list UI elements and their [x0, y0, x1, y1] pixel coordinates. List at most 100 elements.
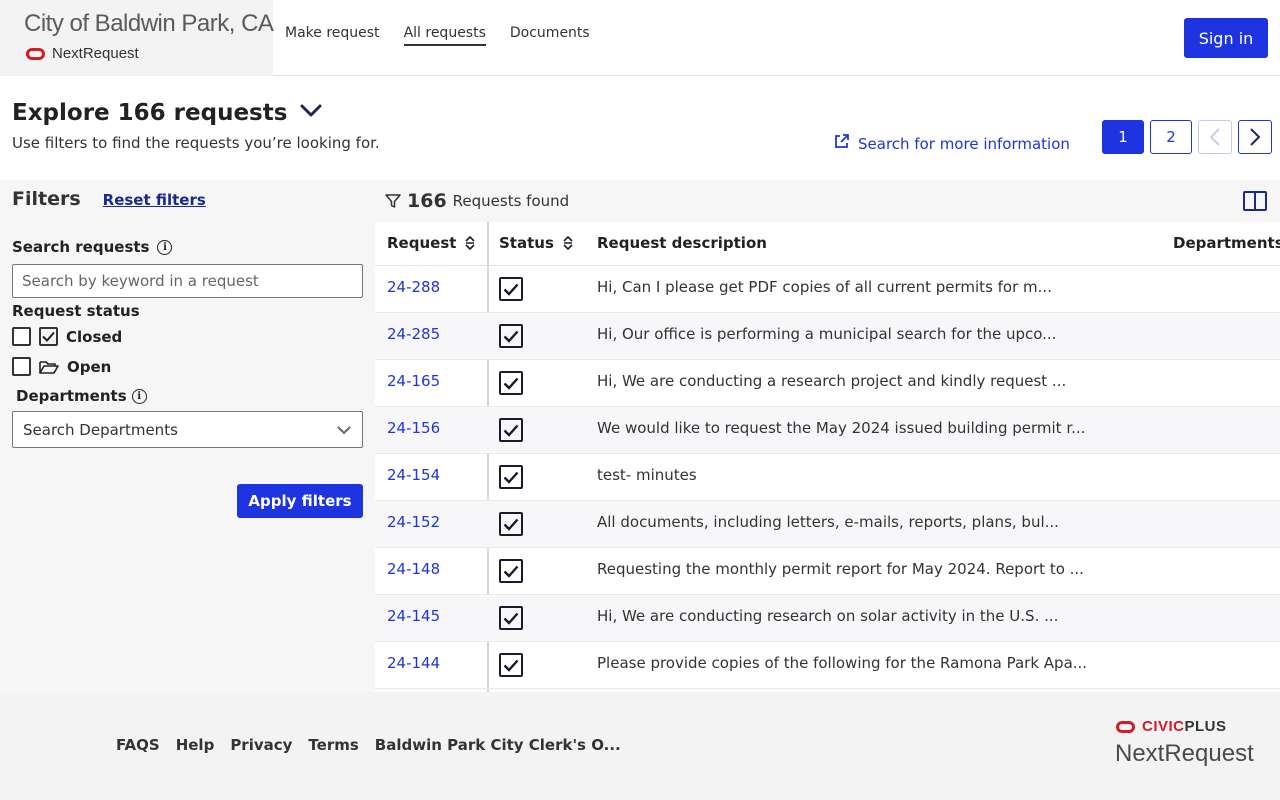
open-label: Open: [67, 357, 112, 376]
page-title-row: Explore 166 requests: [12, 100, 323, 126]
request-id-link[interactable]: 24-152: [387, 513, 440, 531]
site-header: City of Baldwin Park, CA NextRequest Mak…: [0, 0, 1280, 76]
previous-page-button[interactable]: [1198, 120, 1232, 154]
column-departments: Departments: [1173, 234, 1280, 252]
sort-icon: [465, 235, 475, 251]
status-closed-icon: [499, 418, 523, 442]
more-info-label: Search for more information: [858, 134, 1070, 153]
columns-layout-icon[interactable]: [1243, 191, 1267, 211]
footer-link-privacy[interactable]: Privacy: [230, 736, 292, 754]
column-status-label: Status: [499, 234, 554, 252]
external-link-icon: [833, 133, 850, 154]
request-description: test- minutes: [597, 466, 697, 484]
status-closed-icon: [499, 371, 523, 395]
status-closed-icon: [499, 465, 523, 489]
request-id-link[interactable]: 24-285: [387, 325, 440, 343]
closed-checkbox[interactable]: [12, 327, 31, 346]
requests-found: 166 Requests found: [385, 190, 569, 212]
civicplus-logo-icon: [1116, 720, 1136, 733]
request-description: Hi, Can I please get PDF copies of all c…: [597, 278, 1052, 296]
nav-documents[interactable]: Documents: [510, 25, 590, 46]
table-row[interactable]: 24-285 Hi, Our office is performing a mun…: [375, 313, 1280, 360]
request-description: Requesting the monthly permit report for…: [597, 560, 1084, 578]
table-row[interactable]: 24-144 Please provide copies of the follo…: [375, 642, 1280, 689]
request-id-link[interactable]: 24-156: [387, 419, 440, 437]
folder-open-icon: [39, 359, 59, 375]
table-row[interactable]: 24-165 Hi, We are conducting a research p…: [375, 360, 1280, 407]
column-description: Request description: [597, 234, 767, 252]
request-description: Hi, We are conducting a research project…: [597, 372, 1067, 390]
reset-filters-link[interactable]: Reset filters: [103, 191, 206, 209]
civicplus-logo-icon: [26, 47, 46, 60]
request-status-label: Request status: [12, 302, 140, 320]
column-request[interactable]: Request: [387, 234, 476, 252]
info-icon[interactable]: i: [131, 388, 147, 404]
site-footer: FAQS Help Privacy Terms Baldwin Park Cit…: [0, 692, 1280, 800]
column-status[interactable]: Status: [499, 234, 574, 252]
search-requests-label-text: Search requests: [12, 238, 150, 256]
nav-make-request[interactable]: Make request: [285, 25, 380, 46]
info-icon[interactable]: i: [157, 239, 173, 255]
main-nav: Make request All requests Documents: [285, 25, 590, 46]
results-summary-bar: 166 Requests found: [375, 180, 1280, 222]
filter-icon: [385, 194, 401, 208]
departments-select[interactable]: Search Departments: [12, 411, 363, 448]
filters-panel: Filters Reset filters Search requests i …: [0, 180, 375, 692]
product-name: NextRequest: [52, 45, 139, 62]
status-closed-icon: [499, 277, 523, 301]
page-subtitle: Use filters to find the requests you’re …: [12, 134, 380, 152]
sort-icon: [563, 235, 573, 251]
footer-link-help[interactable]: Help: [176, 736, 215, 754]
closed-label: Closed: [66, 327, 123, 346]
open-checkbox[interactable]: [12, 357, 31, 376]
chevron-down-icon: [337, 425, 351, 434]
table-row[interactable]: 24-152 All documents, including letters, …: [375, 501, 1280, 548]
table-row[interactable]: 24-156 We would like to request the May 2…: [375, 407, 1280, 454]
page-2-button[interactable]: 2: [1150, 120, 1192, 154]
brand-block[interactable]: City of Baldwin Park, CA NextRequest: [0, 0, 274, 76]
nav-all-requests[interactable]: All requests: [403, 25, 486, 46]
apply-filters-button[interactable]: Apply filters: [237, 484, 363, 518]
footer-link-city-clerk[interactable]: Baldwin Park City Clerk's O...: [375, 736, 621, 754]
request-description: Hi, We are conducting research on solar …: [597, 607, 1059, 625]
search-input[interactable]: [12, 264, 363, 298]
checked-box-icon: [39, 327, 58, 346]
footer-link-terms[interactable]: Terms: [308, 736, 358, 754]
brand-product: NextRequest: [26, 45, 139, 62]
nextrequest-wordmark: NextRequest: [1115, 740, 1254, 767]
footer-links: FAQS Help Privacy Terms Baldwin Park Cit…: [116, 736, 621, 754]
departments-label: Departments i: [16, 387, 147, 405]
footer-link-faqs[interactable]: FAQS: [116, 736, 160, 754]
status-closed-icon: [499, 606, 523, 630]
status-closed-icon: [499, 512, 523, 536]
search-more-information-link[interactable]: Search for more information: [833, 133, 1070, 154]
request-description: All documents, including letters, e-mail…: [597, 513, 1059, 531]
page-1-button[interactable]: 1: [1102, 120, 1144, 154]
status-closed-icon: [499, 324, 523, 348]
column-request-label: Request: [387, 234, 457, 252]
request-id-link[interactable]: 24-288: [387, 278, 440, 296]
sign-in-button[interactable]: Sign in: [1184, 18, 1268, 58]
table-row[interactable]: 24-154 test- minutes: [375, 454, 1280, 501]
plus-text: PLUS: [1184, 718, 1227, 735]
request-id-link[interactable]: 24-144: [387, 654, 440, 672]
chevron-left-icon: [1209, 128, 1220, 146]
request-description: Hi, Our office is performing a municipal…: [597, 325, 1057, 343]
table-row[interactable]: 24-145 Hi, We are conducting research on …: [375, 595, 1280, 642]
civicplus-wordmark: CIVICPLUS: [1142, 718, 1227, 735]
request-id-link[interactable]: 24-154: [387, 466, 440, 484]
next-page-button[interactable]: [1238, 120, 1272, 154]
table-row[interactable]: 24-288 Hi, Can I please get PDF copies of…: [375, 266, 1280, 313]
chevron-down-icon[interactable]: [299, 103, 323, 123]
status-closed-icon: [499, 559, 523, 583]
filters-title: Filters: [12, 188, 81, 210]
request-id-link[interactable]: 24-165: [387, 372, 440, 390]
request-id-link[interactable]: 24-145: [387, 607, 440, 625]
status-closed-icon: [499, 653, 523, 677]
requests-found-label: Requests found: [452, 192, 570, 210]
civicplus-logo: CIVICPLUS: [1116, 718, 1227, 735]
table-row[interactable]: 24-148 Requesting the monthly permit repo…: [375, 548, 1280, 595]
search-requests-label: Search requests i: [12, 238, 173, 256]
status-option-closed: Closed: [12, 327, 122, 346]
request-id-link[interactable]: 24-148: [387, 560, 440, 578]
